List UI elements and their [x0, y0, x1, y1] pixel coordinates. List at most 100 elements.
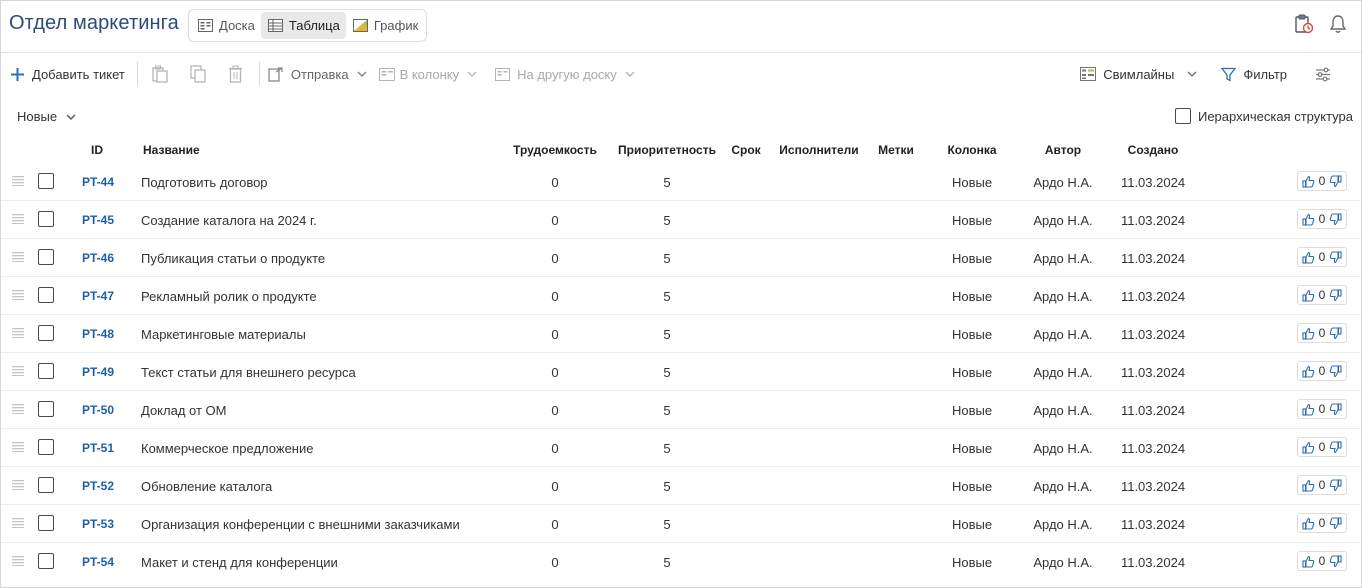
- thumbs-up-icon[interactable]: [1302, 441, 1315, 454]
- row-checkbox[interactable]: [38, 553, 54, 569]
- hierarchy-checkbox[interactable]: [1174, 108, 1191, 124]
- col-header-name[interactable]: Название: [143, 143, 200, 157]
- ticket-id-link[interactable]: PT-50: [82, 403, 114, 417]
- table-row[interactable]: PT-46 Публикация статьи о продукте 0 5 Н…: [1, 239, 1361, 277]
- thumbs-down-icon[interactable]: [1329, 364, 1342, 378]
- view-tab-table[interactable]: Таблица: [260, 12, 346, 39]
- ticket-id-link[interactable]: PT-44: [82, 175, 114, 189]
- col-header-tags[interactable]: Метки: [878, 143, 914, 157]
- settings-button[interactable]: [1315, 60, 1331, 88]
- thumbs-up-icon[interactable]: [1302, 479, 1315, 492]
- ticket-id-link[interactable]: PT-52: [82, 479, 114, 493]
- table-row[interactable]: PT-50 Доклад от ОМ 0 5 Новые Ардо Н.А. 1…: [1, 391, 1361, 429]
- to-board-dropdown[interactable]: На другую доску: [495, 60, 635, 88]
- ticket-id-link[interactable]: PT-51: [82, 441, 114, 455]
- table-row[interactable]: PT-54 Макет и стенд для конференции 0 5 …: [1, 543, 1361, 581]
- drag-handle-icon[interactable]: [12, 478, 24, 493]
- drag-handle-icon[interactable]: [12, 516, 24, 531]
- ticket-id-link[interactable]: PT-54: [82, 555, 114, 569]
- ticket-name[interactable]: Создание каталога на 2024 г.: [141, 213, 317, 228]
- thumbs-down-icon[interactable]: [1329, 174, 1342, 188]
- drag-handle-icon[interactable]: [12, 250, 24, 265]
- ticket-name[interactable]: Доклад от ОМ: [141, 403, 226, 418]
- thumbs-up-icon[interactable]: [1302, 289, 1315, 302]
- drag-handle-icon[interactable]: [12, 288, 24, 303]
- table-row[interactable]: PT-47 Рекламный ролик о продукте 0 5 Нов…: [1, 277, 1361, 315]
- drag-handle-icon[interactable]: [12, 554, 24, 569]
- table-row[interactable]: PT-45 Создание каталога на 2024 г. 0 5 Н…: [1, 201, 1361, 239]
- paste-button[interactable]: [152, 60, 168, 88]
- thumbs-up-icon[interactable]: [1302, 175, 1315, 188]
- ticket-id-link[interactable]: PT-53: [82, 517, 114, 531]
- hierarchy-toggle[interactable]: Иерархическая структура: [1174, 108, 1353, 124]
- row-checkbox[interactable]: [38, 401, 54, 417]
- filter-button[interactable]: Фильтр: [1221, 60, 1287, 88]
- ticket-id-link[interactable]: PT-45: [82, 213, 114, 227]
- thumbs-up-icon[interactable]: [1302, 365, 1315, 378]
- thumbs-up-icon[interactable]: [1302, 327, 1315, 340]
- row-checkbox[interactable]: [38, 287, 54, 303]
- row-checkbox[interactable]: [38, 363, 54, 379]
- clipboard-clock-icon[interactable]: [1295, 14, 1313, 34]
- table-row[interactable]: PT-52 Обновление каталога 0 5 Новые Ардо…: [1, 467, 1361, 505]
- ticket-name[interactable]: Макет и стенд для конференции: [141, 555, 338, 570]
- drag-handle-icon[interactable]: [12, 326, 24, 341]
- view-tab-board[interactable]: Доска: [191, 12, 261, 39]
- col-header-created[interactable]: Создано: [1128, 143, 1179, 157]
- thumbs-down-icon[interactable]: [1329, 402, 1342, 416]
- thumbs-up-icon[interactable]: [1302, 403, 1315, 416]
- thumbs-down-icon[interactable]: [1329, 326, 1342, 340]
- ticket-name[interactable]: Текст статьи для внешнего ресурса: [141, 365, 356, 380]
- table-row[interactable]: PT-51 Коммерческое предложение 0 5 Новые…: [1, 429, 1361, 467]
- drag-handle-icon[interactable]: [12, 174, 24, 189]
- table-row[interactable]: PT-53 Организация конференции с внешними…: [1, 505, 1361, 543]
- ticket-name[interactable]: Обновление каталога: [141, 479, 272, 494]
- row-checkbox[interactable]: [38, 477, 54, 493]
- drag-handle-icon[interactable]: [12, 364, 24, 379]
- thumbs-down-icon[interactable]: [1329, 250, 1342, 264]
- row-checkbox[interactable]: [38, 173, 54, 189]
- group-dropdown[interactable]: Новые: [17, 109, 76, 124]
- thumbs-up-icon[interactable]: [1302, 251, 1315, 264]
- drag-handle-icon[interactable]: [12, 212, 24, 227]
- thumbs-down-icon[interactable]: [1329, 478, 1342, 492]
- add-ticket-button[interactable]: Добавить тикет: [11, 60, 125, 88]
- col-header-column[interactable]: Колонка: [947, 143, 996, 157]
- col-header-id[interactable]: ID: [91, 143, 103, 157]
- col-header-due[interactable]: Срок: [731, 143, 760, 157]
- table-row[interactable]: PT-49 Текст статьи для внешнего ресурса …: [1, 353, 1361, 391]
- row-checkbox[interactable]: [38, 325, 54, 341]
- ticket-id-link[interactable]: PT-49: [82, 365, 114, 379]
- ticket-name[interactable]: Публикация статьи о продукте: [141, 251, 325, 266]
- thumbs-down-icon[interactable]: [1329, 212, 1342, 226]
- swimlanes-dropdown[interactable]: Свимлайны: [1080, 60, 1197, 88]
- col-header-assignees[interactable]: Исполнители: [779, 143, 858, 157]
- ticket-name[interactable]: Рекламный ролик о продукте: [141, 289, 317, 304]
- col-header-priority[interactable]: Приоритетность: [618, 143, 716, 157]
- drag-handle-icon[interactable]: [12, 440, 24, 455]
- thumbs-down-icon[interactable]: [1329, 554, 1342, 568]
- col-header-author[interactable]: Автор: [1045, 143, 1081, 157]
- ticket-name[interactable]: Организация конференции с внешними заказ…: [141, 517, 460, 532]
- drag-handle-icon[interactable]: [12, 402, 24, 417]
- send-dropdown[interactable]: Отправка: [268, 60, 367, 88]
- ticket-id-link[interactable]: PT-48: [82, 327, 114, 341]
- col-header-effort[interactable]: Трудоемкость: [513, 143, 597, 157]
- to-column-dropdown[interactable]: В колонку: [378, 60, 478, 88]
- row-checkbox[interactable]: [38, 515, 54, 531]
- view-tab-chart[interactable]: График: [346, 12, 424, 39]
- row-checkbox[interactable]: [38, 249, 54, 265]
- ticket-name[interactable]: Коммерческое предложение: [141, 441, 313, 456]
- ticket-id-link[interactable]: PT-46: [82, 251, 114, 265]
- thumbs-up-icon[interactable]: [1302, 555, 1315, 568]
- ticket-name[interactable]: Подготовить договор: [141, 175, 268, 190]
- thumbs-down-icon[interactable]: [1329, 288, 1342, 302]
- copy-button[interactable]: [190, 60, 206, 88]
- table-row[interactable]: PT-44 Подготовить договор 0 5 Новые Ардо…: [1, 163, 1361, 201]
- bell-icon[interactable]: [1329, 14, 1347, 34]
- ticket-id-link[interactable]: PT-47: [82, 289, 114, 303]
- row-checkbox[interactable]: [38, 211, 54, 227]
- thumbs-up-icon[interactable]: [1302, 213, 1315, 226]
- delete-button[interactable]: [228, 60, 243, 88]
- ticket-name[interactable]: Маркетинговые материалы: [141, 327, 306, 342]
